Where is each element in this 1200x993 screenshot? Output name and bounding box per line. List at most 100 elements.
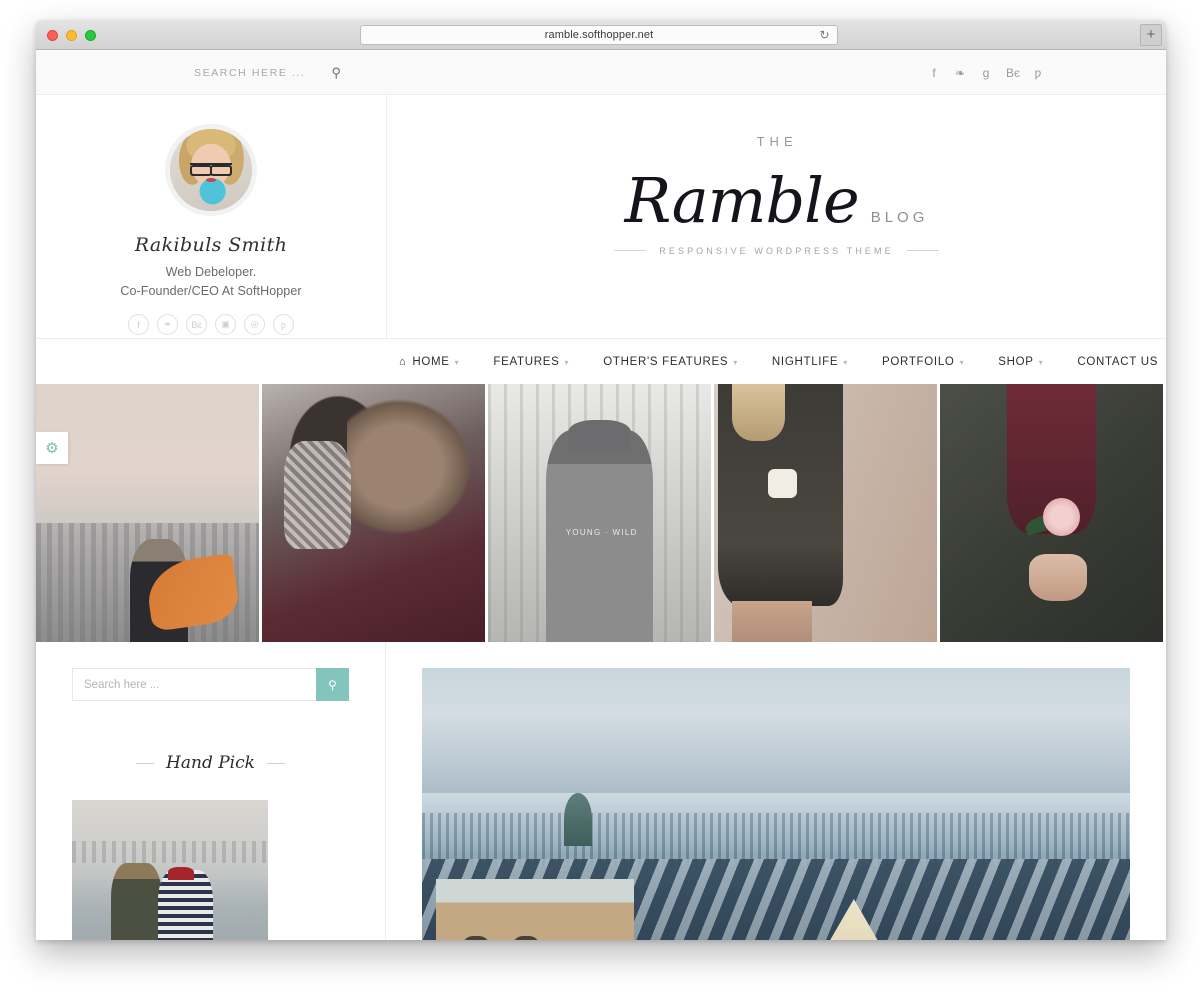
heading-rule-left (136, 762, 155, 764)
gallery-image-hair (731, 384, 786, 441)
search-icon[interactable]: ⚲ (332, 65, 342, 81)
site-branding: THE Ramble BLOG RESPONSIVE WORDPRESS THE… (386, 95, 1166, 338)
logo-prefix: THE (756, 133, 798, 149)
avatar (165, 124, 257, 216)
pinterest-icon[interactable]: ƿ (1032, 66, 1044, 80)
primary-navigation: ⌂ HOME ▾ FEATURES ▾ OTHER'S FEATURES ▾ N… (36, 338, 1166, 384)
behance-icon[interactable]: Bє (186, 314, 207, 335)
featured-distant-city (422, 813, 1130, 866)
maximize-window-button[interactable] (85, 30, 96, 41)
nav-label: PORTFOILO (882, 355, 955, 368)
hand-pick-title-text: Hand Pick (166, 753, 255, 773)
gallery-image-subject-b (346, 394, 477, 539)
chevron-down-icon: ▾ (843, 358, 849, 367)
main-column (386, 642, 1166, 940)
nav-items: ⌂ HOME ▾ FEATURES ▾ OTHER'S FEATURES ▾ N… (386, 356, 1158, 368)
tagline-rule-left (614, 250, 647, 251)
pinterest-icon[interactable]: ƿ (273, 314, 294, 335)
twitter-icon[interactable]: ❧ (954, 66, 966, 80)
sidebar-search-widget: ⚲ (72, 668, 349, 701)
chevron-down-icon: ▾ (959, 358, 965, 367)
nav-label: CONTACT US (1077, 355, 1159, 368)
behance-icon[interactable]: Bє (1006, 66, 1020, 80)
gallery-item-woman-with-orange-scarf[interactable] (36, 384, 259, 642)
nav-item-home[interactable]: ⌂ HOME ▾ (399, 356, 459, 368)
gallery-image-mitten (284, 440, 352, 550)
nav-label: FEATURES (493, 355, 560, 368)
profile-name: Rakibuls Smith (134, 234, 288, 256)
chevron-down-icon: ▾ (454, 358, 460, 367)
gallery-item-hands-holding-rose[interactable] (940, 384, 1163, 642)
gallery-item-woman-in-beanie[interactable]: YOUNG · WILD (488, 384, 711, 642)
close-window-button[interactable] (47, 30, 58, 41)
facebook-icon[interactable]: f (128, 314, 149, 335)
featured-post-image[interactable] (422, 668, 1130, 940)
nav-item-shop[interactable]: SHOP ▾ (998, 356, 1043, 368)
instagram-icon[interactable]: ▣ (215, 314, 236, 335)
chevron-down-icon: ▾ (733, 358, 738, 367)
google-plus-icon[interactable]: g (980, 66, 992, 80)
featured-spire (563, 793, 592, 847)
browser-titlebar: ramble.softhopper.net ↻ + (36, 20, 1166, 50)
nav-item-contact-us[interactable]: CONTACT US (1077, 356, 1158, 368)
nav-label: SHOP (998, 355, 1034, 368)
url-text: ramble.softhopper.net (544, 29, 654, 41)
thumb-subject-a (111, 862, 163, 940)
gear-icon[interactable]: ⚙ (36, 432, 68, 464)
search-input[interactable] (72, 668, 316, 701)
profile-card: Rakibuls Smith Web Debeloper. Co-Founder… (36, 95, 386, 338)
featured-window (459, 936, 492, 940)
top-utility-bar: SEARCH HERE ... ⚲ f ❧ g Bє ƿ (36, 50, 1166, 95)
nav-item-features[interactable]: FEATURES ▾ (493, 356, 569, 368)
hand-pick-heading: Hand Pick (72, 753, 349, 773)
gallery-item-woman-holding-coffee[interactable] (714, 384, 937, 642)
site-header: Rakibuls Smith Web Debeloper. Co-Founder… (36, 95, 1166, 338)
search-button[interactable]: ⚲ (316, 668, 349, 701)
home-icon: ⌂ (399, 355, 407, 368)
page-content: ⚲ Hand Pick (36, 642, 1166, 940)
profile-role-line-1: Web Debeloper. (165, 265, 257, 279)
top-social-links: f ❧ g Bє ƿ (928, 50, 1044, 95)
nav-label: NIGHTLIFE (771, 355, 839, 368)
gallery-item-couple-hugging[interactable] (262, 384, 485, 642)
thumb-red-cap (168, 866, 194, 880)
address-bar[interactable]: ramble.softhopper.net ↻ (360, 25, 838, 45)
profile-role-line-2: Co-Founder/CEO At SoftHopper (120, 284, 302, 298)
gallery-image-hands (1029, 554, 1088, 601)
top-search[interactable]: SEARCH HERE ... ⚲ (194, 50, 341, 95)
tagline-rule-right (906, 250, 939, 251)
dribbble-icon[interactable]: ◎ (244, 314, 265, 335)
chevron-down-icon: ▾ (564, 358, 570, 367)
sidebar: ⚲ Hand Pick (36, 642, 386, 940)
profile-social-links: f ❧ Bє ▣ ◎ ƿ (128, 314, 294, 335)
featured-church-building (436, 879, 635, 940)
minimize-window-button[interactable] (66, 30, 77, 41)
tagline-text: RESPONSIVE WORDPRESS THEME (659, 245, 894, 256)
gallery-image-overlay-text: YOUNG · WILD (565, 528, 638, 538)
browser-window: ramble.softhopper.net ↻ + SEARCH HERE ..… (36, 20, 1166, 940)
window-controls (47, 30, 96, 41)
nav-item-others-features[interactable]: OTHER'S FEATURES ▾ (603, 356, 738, 368)
hand-pick-thumbnail[interactable] (72, 800, 268, 940)
logo-name: Ramble (624, 163, 860, 237)
nav-item-portfolio[interactable]: PORTFOILO ▾ (882, 356, 964, 368)
site-logo[interactable]: THE Ramble BLOG (624, 134, 929, 237)
gallery-image-legs (731, 600, 813, 642)
chevron-down-icon: ▾ (1038, 358, 1044, 367)
nav-label: HOME (412, 355, 450, 368)
nav-label: OTHER'S FEATURES (603, 355, 729, 368)
gallery-image-beanie (568, 420, 631, 452)
top-search-placeholder: SEARCH HERE ... (194, 66, 306, 79)
featured-gallery-strip: YOUNG · WILD ⚙ (36, 384, 1166, 642)
thumb-skyline (72, 840, 268, 863)
page-viewport: SEARCH HERE ... ⚲ f ❧ g Bє ƿ Rakibuls Sm… (36, 50, 1166, 940)
avatar-glasses (189, 162, 233, 176)
site-tagline: RESPONSIVE WORDPRESS THEME (614, 245, 939, 256)
nav-item-nightlife[interactable]: NIGHTLIFE ▾ (772, 356, 848, 368)
reload-icon[interactable]: ↻ (818, 29, 831, 42)
gallery-image-cup (767, 469, 797, 498)
new-tab-button[interactable]: + (1140, 24, 1162, 46)
twitter-icon[interactable]: ❧ (157, 314, 178, 335)
facebook-icon[interactable]: f (928, 66, 940, 80)
logo-suffix: BLOG (870, 208, 929, 226)
